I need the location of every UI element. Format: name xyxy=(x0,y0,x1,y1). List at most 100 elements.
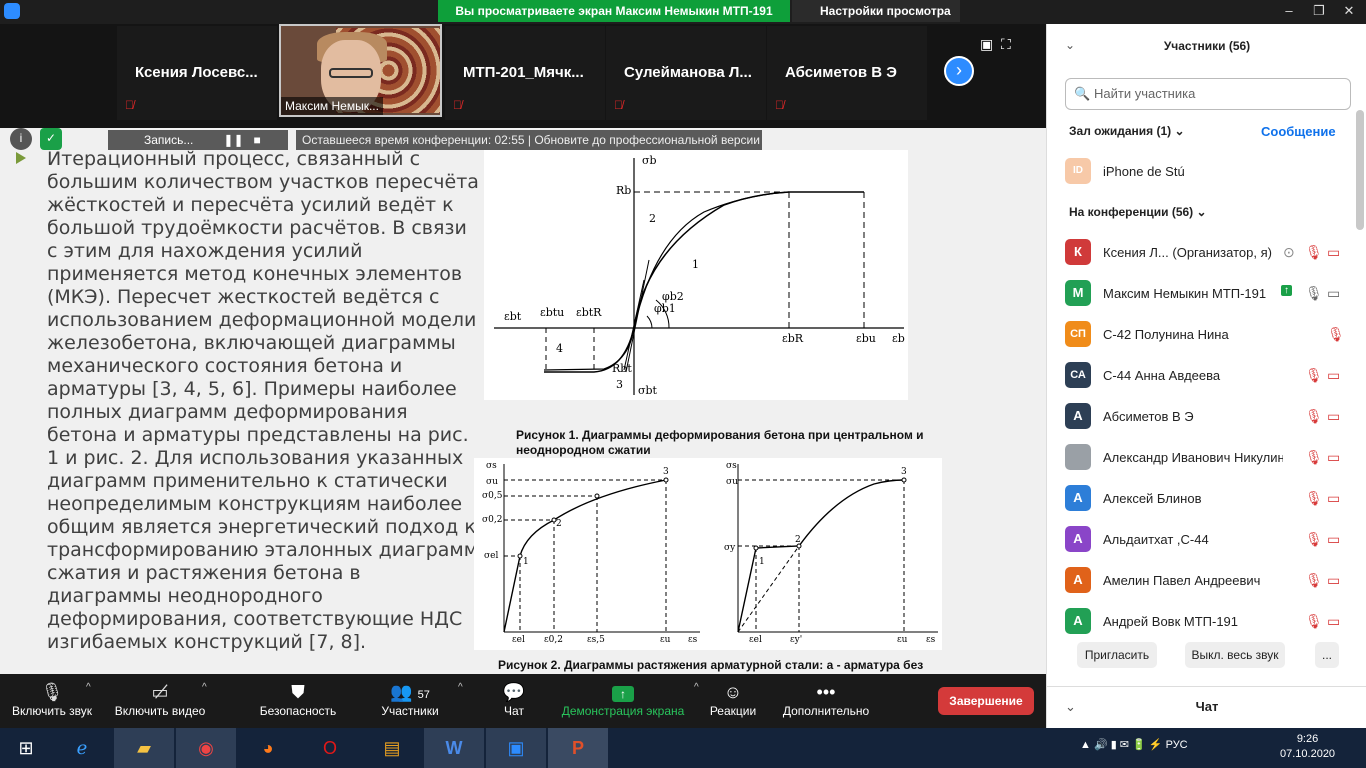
chevron-up-icon[interactable]: ^ xyxy=(202,682,207,693)
chat-button[interactable]: 💬 Чат xyxy=(494,680,534,718)
fig1-label-sb: σb xyxy=(642,154,657,167)
start-video-button[interactable]: ▭̸ Включить видео ^ xyxy=(112,680,208,718)
fig1-label-sbt: σbt xyxy=(638,384,658,397)
fig1-label-ebtu: εbtu xyxy=(540,306,564,319)
participant-tile[interactable]: МТП-201_Мячк... 🎙̸ xyxy=(445,26,605,120)
fig2a-label-se: σel xyxy=(484,551,498,561)
fig1-label-ebR: εbR xyxy=(782,332,804,345)
clock[interactable]: 9:26 07.10.2020 xyxy=(1280,732,1335,762)
windows-start-icon[interactable]: ⊞ xyxy=(0,728,52,768)
participant-name: С-44 Анна Авдеева xyxy=(1103,368,1221,383)
opera-icon[interactable]: O xyxy=(300,728,360,768)
avatar: А xyxy=(1065,526,1091,552)
search-input[interactable]: 🔍 Найти участника xyxy=(1065,78,1351,110)
mic-off-icon: 🎙 xyxy=(1305,572,1323,588)
fig1-label-ebtR: εbtR xyxy=(576,306,602,319)
people-icon: 👥 57 xyxy=(390,682,430,702)
participant-row[interactable]: А Альдаитхат ,С-44 🎙 ▭ xyxy=(1047,519,1366,560)
recording-indicator[interactable]: Запись... ❚❚ ■ xyxy=(108,130,288,150)
chevron-up-icon[interactable]: ^ xyxy=(86,682,91,693)
video-off-icon: ▭ xyxy=(1327,490,1341,506)
figure-1-caption: Рисунок 1. Диаграммы деформирования бето… xyxy=(516,428,924,457)
in-meeting-label: На конференции (56) xyxy=(1069,205,1194,219)
participant-row[interactable]: А Амелин Павел Андреевич 🎙 ▭ xyxy=(1047,560,1366,601)
avatar: А xyxy=(1065,567,1091,593)
view-options-button[interactable]: Настройки просмотра ⌄ xyxy=(792,0,960,40)
participant-row[interactable]: СА С-44 Анна Авдеева 🎙 ▭ xyxy=(1047,355,1366,396)
participant-row[interactable]: К Ксения Л... (Организатор, я) ⊙ 🎙 ▭ xyxy=(1047,232,1366,273)
participant-name: Абсиметов В Э xyxy=(1103,409,1194,424)
mic-off-icon: 🎙̸ xyxy=(775,98,784,112)
clock-time: 9:26 xyxy=(1296,733,1319,745)
participants-button[interactable]: 👥 57 Участники ^ xyxy=(372,680,462,718)
participant-tile[interactable]: Абсиметов В Э 🎙̸ xyxy=(767,26,927,120)
view-toggle-icons[interactable]: ▣ ⛶ xyxy=(980,36,1011,53)
figure-2: σs σu σ0,5 σ0,2 σel 1 2 3 εel ε0,2 εs,5 … xyxy=(474,458,942,650)
chrome-icon[interactable]: ◉ xyxy=(176,728,236,768)
chevron-down-icon[interactable]: ⌄ xyxy=(1065,687,1076,727)
reactions-label: Реакции xyxy=(709,704,757,718)
chevron-up-icon[interactable]: ^ xyxy=(694,682,699,693)
chat-title: Чат xyxy=(1195,699,1219,714)
fig1-label-Rb: Rb xyxy=(616,184,631,197)
avatar: А xyxy=(1065,608,1091,634)
message-link[interactable]: Сообщение xyxy=(1261,124,1336,139)
video-icon: ▭ xyxy=(1327,285,1341,301)
waiting-user-row[interactable]: ID iPhone de Stú xyxy=(1047,151,1366,192)
participant-tile[interactable]: Ксения Лосевс... 🎙̸ xyxy=(117,26,277,120)
video-off-icon: ▭ xyxy=(1327,531,1341,547)
firefox-icon[interactable]: ◕ xyxy=(238,728,298,768)
unmute-button[interactable]: 🎙 Включить звук ^ xyxy=(8,680,96,718)
participant-row[interactable]: СП С-42 Полунина Нина 🎙 xyxy=(1047,314,1366,355)
mute-all-button[interactable]: Выкл. весь звук xyxy=(1185,642,1285,668)
panel-more-button[interactable]: ... xyxy=(1315,642,1339,668)
participant-tile[interactable]: Сулейманова Л... 🎙̸ xyxy=(606,26,766,120)
minimize-button[interactable]: – xyxy=(1274,0,1304,22)
video-off-icon: ▭ xyxy=(1327,408,1341,424)
video-off-icon: ▭ xyxy=(1327,244,1341,260)
fig2b-label-ey: εel xyxy=(749,635,762,645)
mic-off-icon: 🎙̸ xyxy=(125,98,134,112)
participant-row[interactable]: А Абсиметов В Э 🎙 ▭ xyxy=(1047,396,1366,437)
more-icon: ••• xyxy=(816,682,836,702)
chevron-up-icon[interactable]: ^ xyxy=(458,682,463,693)
waiting-room-header[interactable]: Зал ожидания (1) ⌄ xyxy=(1069,124,1185,138)
more-button[interactable]: ••• Дополнительно xyxy=(778,680,874,718)
video-off-icon: ▭ xyxy=(1327,367,1341,383)
fig2a-label-su: σu xyxy=(486,477,498,487)
powerpoint-icon[interactable]: P xyxy=(548,728,608,768)
fig1-label-eb: εb xyxy=(892,332,905,345)
fig1-label-3: 3 xyxy=(616,378,623,391)
end-meeting-button[interactable]: Завершение xyxy=(938,687,1034,715)
reactions-button[interactable]: ☺ Реакции xyxy=(706,680,760,718)
chat-section[interactable]: ⌄ Чат xyxy=(1047,686,1366,728)
fig1-label-4: 4 xyxy=(556,342,563,355)
info-icon[interactable]: i xyxy=(10,128,32,150)
shield-icon: ⛊ xyxy=(291,682,305,702)
participant-row[interactable]: А Алексей Блинов 🎙 ▭ xyxy=(1047,478,1366,519)
next-page-icon[interactable]: › xyxy=(944,56,974,86)
folder-icon[interactable]: ▰ xyxy=(114,728,174,768)
fig2a-label-eu: εu xyxy=(660,635,671,645)
word-icon[interactable]: W xyxy=(424,728,484,768)
close-button[interactable]: ✕ xyxy=(1334,0,1364,22)
restore-button[interactable]: ❐ xyxy=(1304,0,1334,22)
participant-row[interactable]: Александр Иванович Никулин 🎙 ▭ xyxy=(1047,437,1366,478)
archive-icon[interactable]: ▤ xyxy=(362,728,422,768)
participant-row[interactable]: А Андрей Вовк МТП-191 🎙 ▭ xyxy=(1047,601,1366,642)
fig2b-label-eu: εu xyxy=(897,635,908,645)
participant-video-tile[interactable]: Максим Немык... xyxy=(279,24,442,117)
emoji-icon: ☺ xyxy=(723,682,743,702)
ie-icon[interactable]: ℯ xyxy=(52,728,112,768)
panel-scrollbar[interactable] xyxy=(1356,110,1364,230)
in-meeting-header[interactable]: На конференции (56) ⌄ xyxy=(1069,205,1207,219)
participant-row[interactable]: М Максим Немыкин МТП-191 ↑ 🎙 ▭ xyxy=(1047,273,1366,314)
zoom-icon[interactable]: ▣ xyxy=(486,728,546,768)
system-tray[interactable]: ▲ 🔊 ▮ ✉ 🔋 ⚡ РУС xyxy=(1080,738,1188,751)
security-button[interactable]: ⛊ Безопасность xyxy=(254,680,342,718)
invite-button[interactable]: Пригласить xyxy=(1077,642,1157,668)
fig2a-label-e02: ε0,2 xyxy=(544,635,563,645)
shield-icon[interactable]: ✓ xyxy=(40,128,62,150)
participants-label: Участники xyxy=(381,704,439,718)
share-screen-button[interactable]: ↑ Демонстрация экрана ^ xyxy=(558,680,699,718)
